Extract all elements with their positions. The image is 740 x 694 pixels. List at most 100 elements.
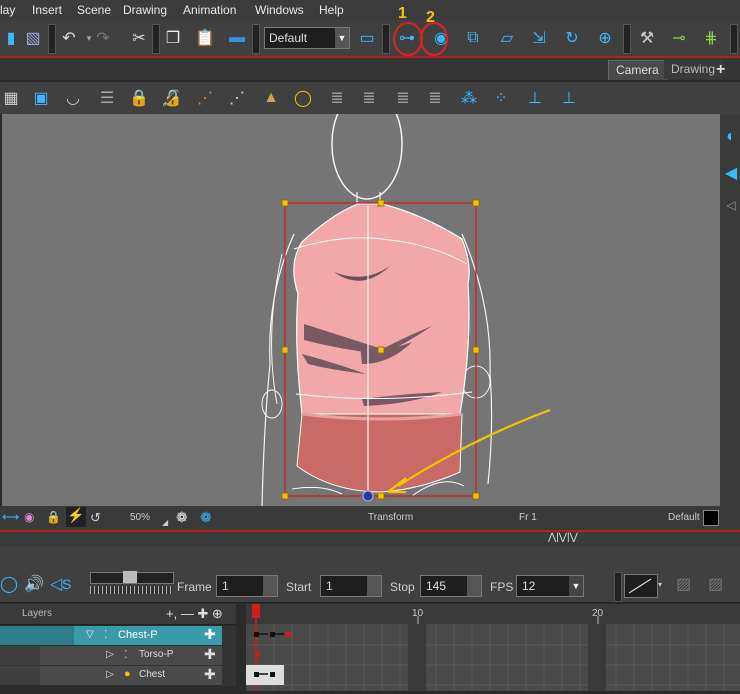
align-add-icon[interactable]: ⊥ <box>524 87 546 109</box>
tab-drawing[interactable]: Drawing <box>664 60 723 79</box>
safe-area-icon[interactable]: ▣ <box>30 87 52 109</box>
zoom-dropdown-icon[interactable]: ◢ <box>162 518 168 527</box>
peg-chain-icon[interactable]: ⋕ <box>700 27 722 49</box>
chest-shape[interactable] <box>293 203 470 415</box>
collapse-up-icon[interactable]: ⋀|⋁|⋁ <box>548 532 578 543</box>
stop-stepper[interactable] <box>467 576 481 596</box>
hammer-icon[interactable]: ⚒ <box>636 27 658 49</box>
layer-tools[interactable]: +, — ✚ ⊕ <box>166 606 223 622</box>
slider-handle[interactable] <box>123 571 137 583</box>
color-icon[interactable]: ◉ <box>24 510 34 524</box>
add-tab-button[interactable]: + <box>716 60 725 79</box>
layer-name[interactable]: Chest-P <box>118 629 158 641</box>
distribute-icon[interactable]: ⁂ <box>458 87 480 109</box>
add-layer-icon[interactable]: ✚ <box>204 646 216 663</box>
stamp-icon[interactable]: ▲ <box>260 87 282 109</box>
layer-row-torso-p[interactable]: ▷ ⁚ Torso-P ✚ <box>0 646 236 666</box>
handle-bottom-center[interactable] <box>377 492 385 500</box>
sound-scrub-icon[interactable]: ◁ <box>50 574 62 594</box>
light-table-icon[interactable]: ☰ <box>96 87 118 109</box>
stop-field[interactable]: 145 <box>420 575 482 597</box>
tab-camera[interactable]: Camera <box>608 60 667 80</box>
menu-item-insert[interactable]: Insert <box>32 3 62 17</box>
lightning-icon[interactable]: ⚡ <box>66 507 86 527</box>
rotate-icon[interactable]: ↻ <box>561 27 583 49</box>
expand-arrow-icon[interactable]: ▷ <box>106 649 114 660</box>
frame-stepper[interactable] <box>263 576 277 596</box>
loop-icon[interactable]: ◯ <box>0 574 18 594</box>
camera-view-icon[interactable]: ▭ <box>356 27 378 49</box>
handle-bottom-left[interactable] <box>281 492 289 500</box>
layer-row-chest[interactable]: ▷ ● Chest ✚ <box>0 666 236 685</box>
skew-icon[interactable]: ▱ <box>496 27 518 49</box>
handle-middle-left[interactable] <box>281 346 289 354</box>
gear-icon[interactable]: ❁ <box>176 509 188 526</box>
menu-item-windows[interactable]: Windows <box>255 3 304 17</box>
grid-icon[interactable]: ▦ <box>0 87 22 109</box>
layer-stack-3-icon[interactable]: ≣ <box>392 87 414 109</box>
keyframe-remove-icon[interactable]: ▨ <box>708 574 723 594</box>
color-swatch[interactable] <box>703 510 719 526</box>
playback-speed-slider[interactable] <box>90 571 174 584</box>
interpolation-dropdown-icon[interactable]: ▾ <box>658 580 662 589</box>
preset-dropdown[interactable]: Default ▼ <box>264 27 350 49</box>
pencil-line-icon[interactable]: ⋰ <box>226 87 248 109</box>
history-icon[interactable]: ↺ <box>90 510 101 526</box>
timeline-grid[interactable]: 10 20 <box>246 604 740 691</box>
handle-bottom-right[interactable] <box>472 492 480 500</box>
select-icon[interactable]: ▮ <box>0 27 22 49</box>
timeline-panel[interactable]: 10 20 <box>246 604 740 691</box>
menu-item-animation[interactable]: Animation <box>183 3 236 17</box>
handle-center[interactable] <box>377 346 385 354</box>
handle-top-center[interactable] <box>377 199 385 207</box>
play-arrow-icon[interactable]: ◀ <box>720 162 740 184</box>
layer-name[interactable]: Torso-P <box>139 649 173 660</box>
redo-icon[interactable]: ↷ <box>92 27 114 49</box>
start-field[interactable]: 1 <box>320 575 382 597</box>
expand-arrow-icon[interactable]: ▽ <box>86 629 94 640</box>
brush-line-icon[interactable]: ⋰ <box>194 87 216 109</box>
layer-name[interactable]: Chest <box>139 669 165 680</box>
zoom-level[interactable]: 50% <box>130 512 150 523</box>
collapse-arrow-icon[interactable]: ◁ <box>720 194 740 216</box>
menu-item-drawing[interactable]: Drawing <box>123 3 167 17</box>
lock-add-icon[interactable]: 🔏 <box>160 87 182 109</box>
drawing-canvas[interactable] <box>2 114 720 506</box>
mirror-icon[interactable]: ◯ <box>292 87 314 109</box>
sound-icon[interactable]: 🔊 <box>24 574 44 594</box>
align-add-2-icon[interactable]: ⊥ <box>558 87 580 109</box>
interpolation-button[interactable] <box>624 574 658 598</box>
pivot-point[interactable] <box>362 490 374 502</box>
paste-icon[interactable]: 📋 <box>194 27 216 49</box>
image-icon[interactable]: ▧ <box>22 27 44 49</box>
layer-stack-4-icon[interactable]: ≣ <box>424 87 446 109</box>
lock-status-icon[interactable]: 🔒 <box>46 510 61 524</box>
layer-stack-2-icon[interactable]: ≣ <box>358 87 380 109</box>
menu-item-view[interactable]: lay <box>0 3 15 17</box>
gear-blue-icon[interactable]: ❁ <box>200 509 212 526</box>
cut-icon[interactable]: ✂ <box>128 27 150 49</box>
menu-item-help[interactable]: Help <box>319 3 344 17</box>
spread-icon[interactable]: ⁘ <box>490 87 512 109</box>
ruler-icon[interactable]: ▬ <box>226 27 248 49</box>
layers-scrollbar[interactable] <box>222 626 236 686</box>
layer-row-chest-p[interactable]: ▽ ⁚ Chest-P ✚ <box>0 626 236 645</box>
peg-icon[interactable]: ⊸ <box>668 27 690 49</box>
keyframe-add-icon[interactable]: ▨ <box>676 574 691 594</box>
handle-top-left[interactable] <box>281 199 289 207</box>
pelvis-shape[interactable] <box>296 413 463 493</box>
scale-icon[interactable]: ⧉ <box>462 27 484 49</box>
keyframes-chest[interactable] <box>246 665 284 685</box>
reset-view-icon[interactable]: ⟷ <box>2 510 19 524</box>
keyframes-chest-p[interactable] <box>254 632 291 637</box>
eye-icon[interactable]: ◐ <box>720 126 740 148</box>
copy-icon[interactable]: ❐ <box>162 27 184 49</box>
camera-viewport[interactable] <box>2 114 720 506</box>
lock-icon[interactable]: 🔒 <box>128 87 150 109</box>
sound-scrub-label[interactable]: S <box>62 576 71 592</box>
add-layer-icon[interactable]: ✚ <box>204 626 216 643</box>
handle-middle-right[interactable] <box>472 346 480 354</box>
start-stepper[interactable] <box>367 576 381 596</box>
splitter-bar[interactable]: ⋀|⋁|⋁ <box>0 532 740 546</box>
add-layer-icon[interactable]: ✚ <box>204 666 216 683</box>
